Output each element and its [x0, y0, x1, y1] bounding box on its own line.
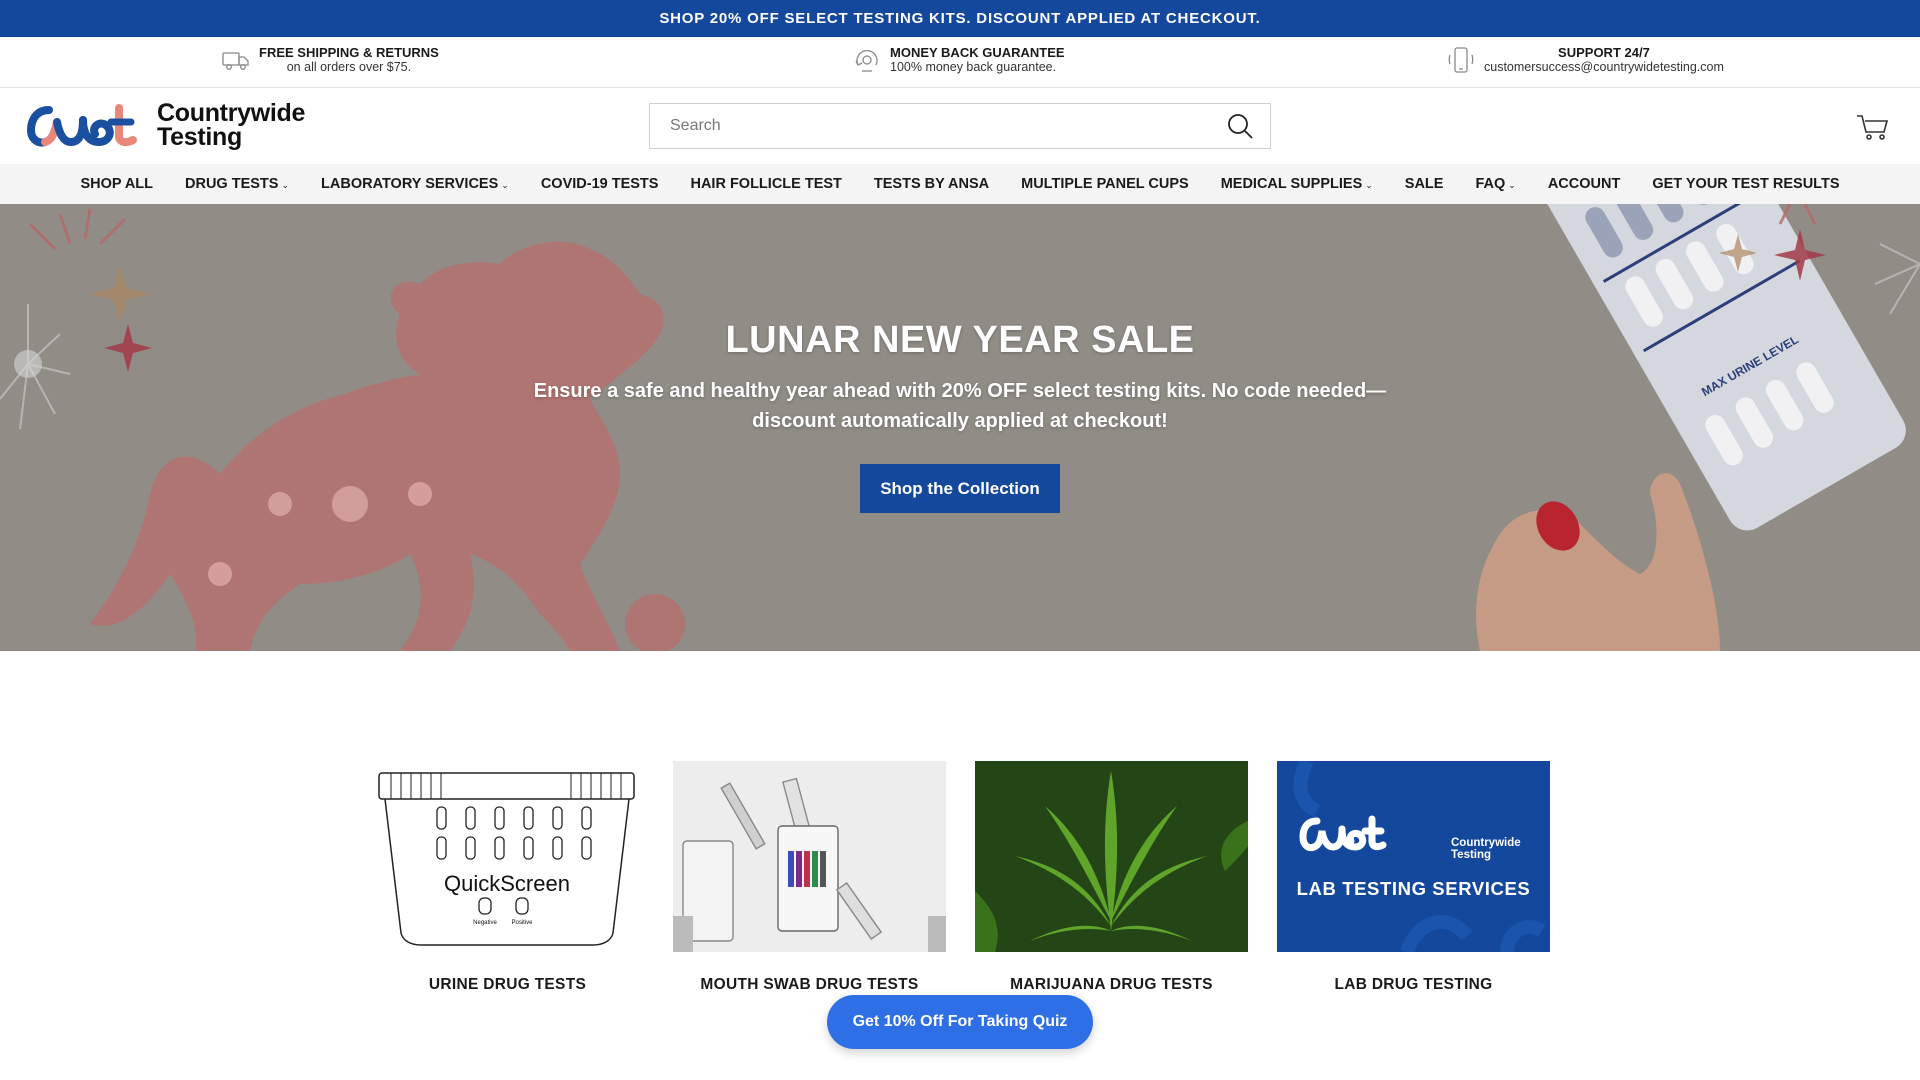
nav-drug-tests[interactable]: DRUG TESTS ⌄	[169, 176, 305, 192]
chevron-down-icon: ⌄	[1508, 179, 1516, 190]
lab-logo-text: Countrywide Testing	[1451, 837, 1521, 861]
category-urine-drug-tests[interactable]: QuickScreen Negative Positive URINE DRUG…	[371, 761, 644, 994]
category-lab-drug-testing[interactable]: Countrywide Testing LAB TESTING SERVICES…	[1277, 761, 1550, 994]
lab-testing-services-text: LAB TESTING SERVICES	[1296, 878, 1531, 899]
info-title: SUPPORT 24/7	[1558, 45, 1650, 60]
announcement-bar: SHOP 20% OFF SELECT TESTING KITS. DISCOU…	[0, 0, 1920, 37]
hero-title: LUNAR NEW YEAR SALE	[725, 319, 1195, 361]
hero-subtitle: Ensure a safe and healthy year ahead wit…	[533, 380, 1387, 432]
nav-shop-all[interactable]: SHOP ALL	[65, 176, 170, 192]
search-icon	[1228, 114, 1253, 139]
positive-mark-text: Positive	[511, 920, 533, 926]
nav-tests-by-ansa[interactable]: TESTS BY ANSA	[858, 176, 1005, 192]
nav-covid-tests[interactable]: COVID-19 TESTS	[525, 176, 675, 192]
nav-hair-follicle-test[interactable]: HAIR FOLLICLE TEST	[674, 176, 857, 192]
category-label: URINE DRUG TESTS	[428, 976, 587, 993]
chevron-down-icon: ⌄	[281, 179, 290, 190]
info-guarantee: MONEY BACK GUARANTEE 100% money back gua…	[852, 45, 1065, 75]
info-shipping: FREE SHIPPING & RETURNS on all orders ov…	[221, 45, 439, 75]
info-support: SUPPORT 24/7 customersuccess@countrywide…	[1446, 45, 1724, 75]
nav-multiple-panel-cups[interactable]: MULTIPLE PANEL CUPS	[1005, 176, 1205, 192]
quiz-discount-button[interactable]: Get 10% Off For Taking Quiz	[827, 995, 1093, 1049]
nav-faq[interactable]: FAQ ⌄	[1459, 176, 1531, 192]
info-bar: FREE SHIPPING & RETURNS on all orders ov…	[0, 37, 1920, 88]
nav-sale[interactable]: SALE	[1389, 176, 1460, 192]
site-header: Countrywide Testing	[0, 88, 1920, 164]
money-back-icon	[855, 49, 878, 72]
marijuana-leaf-image	[975, 761, 1248, 952]
category-label: MOUTH SWAB DRUG TESTS	[700, 976, 919, 993]
info-sub: on all orders over $75.	[286, 60, 412, 74]
category-label: MARIJUANA DRUG TESTS	[1010, 976, 1213, 993]
phone-icon	[1448, 47, 1474, 73]
nav-medical-supplies[interactable]: MEDICAL SUPPLIES ⌄	[1205, 176, 1389, 192]
hero-content: LUNAR NEW YEAR SALE Ensure a safe and he…	[0, 319, 1920, 513]
search-input[interactable]	[650, 104, 1210, 148]
hero-banner: MAX URINE LEVEL LUNAR NEW YEAR SALE Ensu…	[0, 204, 1920, 651]
announcement-text: SHOP 20% OFF SELECT TESTING KITS. DISCOU…	[659, 10, 1261, 27]
search-button[interactable]	[1210, 104, 1270, 148]
main-nav: SHOP ALL DRUG TESTS ⌄ LABORATORY SERVICES…	[0, 164, 1920, 204]
cart-icon[interactable]	[1856, 112, 1890, 142]
cwt-logo-mark	[27, 104, 137, 147]
nav-laboratory-services[interactable]: LABORATORY SERVICES ⌄	[305, 176, 525, 192]
info-sub[interactable]: customersuccess@countrywidetesting.com	[1484, 60, 1724, 75]
nav-get-test-results[interactable]: GET YOUR TEST RESULTS	[1636, 176, 1855, 192]
chevron-down-icon: ⌄	[1365, 179, 1373, 190]
category-label: LAB DRUG TESTING	[1334, 976, 1493, 993]
category-marijuana-drug-tests[interactable]: MARIJUANA DRUG TESTS	[975, 761, 1248, 994]
mouth-swab-image	[673, 761, 946, 952]
urine-cup-image: QuickScreen Negative Positive	[371, 761, 644, 952]
shop-collection-button[interactable]: Shop the Collection	[860, 464, 1060, 513]
logo-line2: Testing	[157, 123, 242, 151]
info-title: FREE SHIPPING & RETURNS	[259, 45, 439, 60]
lab-testing-image: Countrywide Testing LAB TESTING SERVICES	[1277, 761, 1550, 952]
search-bar	[649, 103, 1271, 149]
site-logo[interactable]: Countrywide Testing	[27, 100, 305, 150]
category-mouth-swab-drug-tests[interactable]: MOUTH SWAB DRUG TESTS	[673, 761, 946, 994]
nav-account[interactable]: ACCOUNT	[1532, 176, 1637, 192]
info-title: MONEY BACK GUARANTEE	[890, 45, 1065, 60]
chevron-down-icon: ⌄	[501, 179, 509, 190]
quickscreen-brand-text: QuickScreen	[444, 871, 570, 896]
negative-mark-text: Negative	[473, 920, 497, 926]
info-sub: 100% money back guarantee.	[890, 60, 1057, 74]
truck-icon	[222, 52, 249, 70]
logo-line1: Countrywide	[157, 99, 306, 127]
